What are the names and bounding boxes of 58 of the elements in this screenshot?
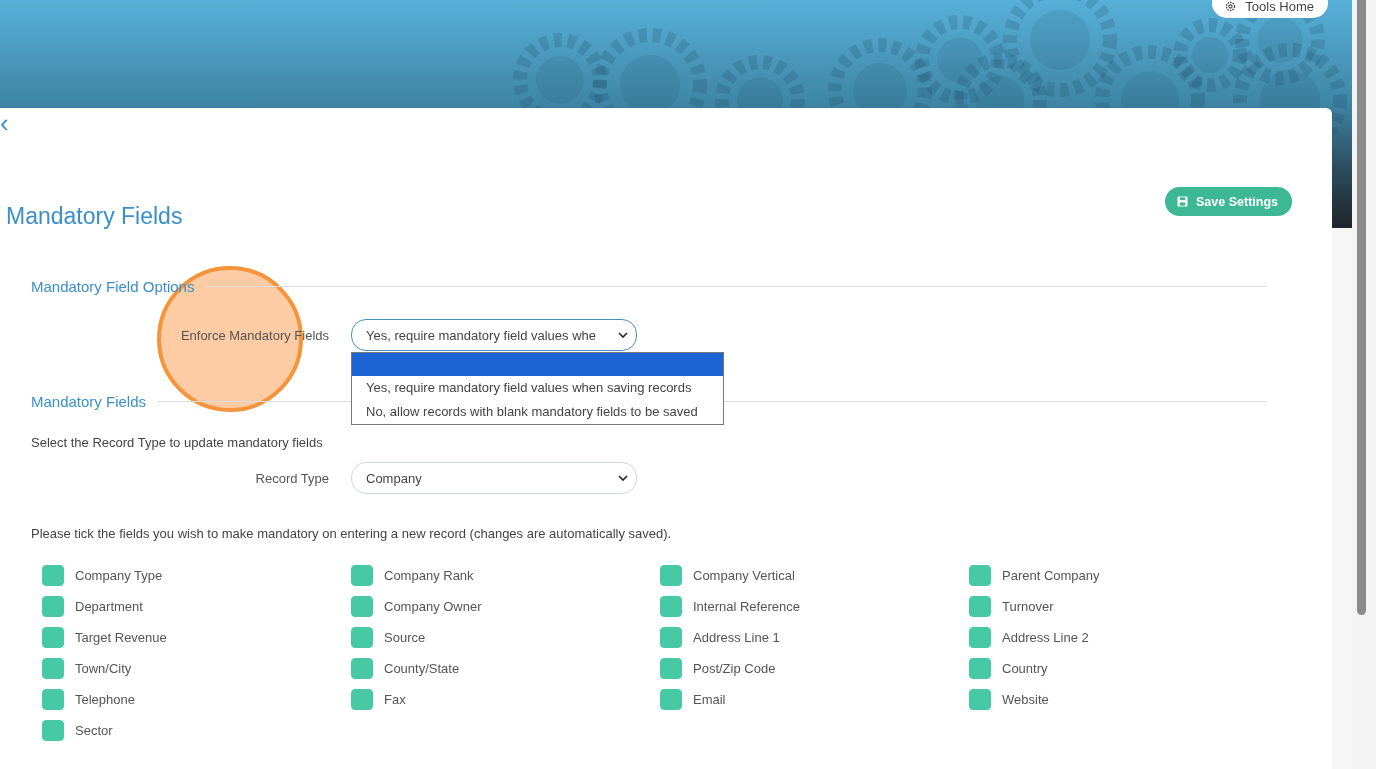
checkbox-label: Sector	[75, 722, 113, 738]
chevron-icon	[618, 475, 628, 481]
enforce-select[interactable]: Yes, require mandatory field values whe	[351, 319, 637, 351]
checkbox[interactable]	[42, 688, 64, 710]
field-label: Record Type	[254, 470, 330, 486]
checkbox[interactable]	[969, 595, 991, 617]
checkbox-label: Parent Company	[1002, 567, 1100, 583]
section-heading: Mandatory Fields	[31, 393, 147, 410]
checkbox[interactable]	[969, 657, 991, 679]
checkbox-label: Company Owner	[384, 598, 482, 614]
chevron-icon	[618, 332, 628, 338]
checkbox-label: Target Revenue	[75, 629, 167, 645]
checkbox-label: Email	[693, 691, 726, 707]
instruction-text: Select the Record Type to update mandatory fields	[31, 435, 323, 450]
checkbox-label: Telephone	[75, 691, 135, 707]
checkbox[interactable]	[351, 657, 373, 679]
checkbox-label: Address Line 1	[693, 629, 780, 645]
checkbox-label: Fax	[384, 691, 406, 707]
scrollbar-thumb[interactable]	[1357, 0, 1366, 615]
checkbox[interactable]	[660, 657, 682, 679]
checkbox[interactable]	[351, 564, 373, 586]
checkbox-label: Turnover	[1002, 598, 1054, 614]
tools-home-button[interactable]: Tools Home	[1212, 0, 1328, 18]
checkbox-label: Town/City	[75, 660, 132, 676]
checkbox-label: County/State	[384, 660, 460, 676]
back-icon[interactable]: ‹	[0, 110, 9, 136]
checkbox-label: Department	[75, 598, 143, 614]
checkbox[interactable]	[42, 719, 64, 741]
dropdown-option[interactable]: No, allow records with blank mandatory fields to be saved	[352, 400, 723, 424]
checkbox[interactable]	[969, 626, 991, 648]
page-title: Mandatory Fields	[6, 203, 183, 230]
checkbox-label: Website	[1002, 691, 1049, 707]
checkbox[interactable]	[660, 688, 682, 710]
settings-icon	[1224, 0, 1238, 13]
checkbox[interactable]	[351, 626, 373, 648]
instruction-text: Please tick the fields you wish to make mandatory on entering a new record (changes are automatically saved).	[31, 526, 672, 541]
checkbox[interactable]	[660, 595, 682, 617]
checkbox[interactable]	[42, 564, 64, 586]
checkbox[interactable]	[42, 595, 64, 617]
checkbox[interactable]	[351, 595, 373, 617]
checkbox[interactable]	[42, 626, 64, 648]
checkbox-label: Post/Zip Code	[693, 660, 776, 676]
dropdown-option[interactable]: Yes, require mandatory field values when saving records	[352, 376, 723, 400]
checkbox[interactable]	[660, 564, 682, 586]
checkbox-label: Source	[384, 629, 426, 645]
checkbox[interactable]	[42, 657, 64, 679]
checkbox-label: Country	[1002, 660, 1048, 676]
checkbox-label: Company Rank	[384, 567, 474, 583]
checkbox[interactable]	[660, 626, 682, 648]
checkbox-label: Company Vertical	[693, 567, 795, 583]
save-icon	[1177, 196, 1188, 207]
checkbox[interactable]	[351, 688, 373, 710]
record-type-select[interactable]: Company	[351, 462, 637, 494]
checkbox-label: Company Type	[75, 567, 163, 583]
checkbox[interactable]	[969, 564, 991, 586]
checkbox-label: Address Line 2	[1002, 629, 1089, 645]
checkbox[interactable]	[969, 688, 991, 710]
checkbox-label: Internal Reference	[693, 598, 800, 614]
